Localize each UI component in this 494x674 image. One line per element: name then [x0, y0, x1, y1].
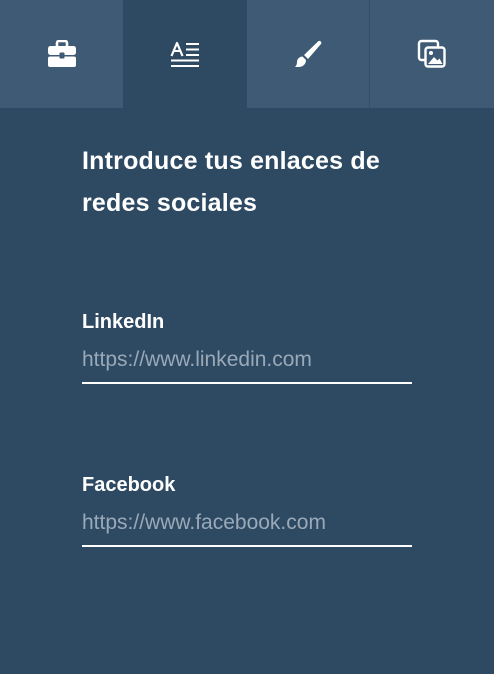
tab-briefcase[interactable]: [0, 0, 123, 108]
linkedin-field-group: LinkedIn: [82, 308, 412, 384]
brush-icon: [293, 39, 323, 69]
page-title: Introduce tus enlaces de redes sociales: [82, 147, 380, 217]
tab-text[interactable]: [123, 0, 247, 108]
gallery-icon: [417, 39, 447, 69]
text-format-icon: [170, 40, 200, 68]
facebook-field-group: Facebook: [82, 471, 412, 547]
facebook-url-input[interactable]: [82, 509, 412, 547]
main-content: Introduce tus enlaces de redes sociales: [82, 140, 412, 224]
tab-bar: [0, 0, 494, 108]
briefcase-icon: [47, 40, 77, 68]
social-links-panel: Introduce tus enlaces de redes sociales …: [0, 0, 494, 674]
linkedin-url-input[interactable]: [82, 346, 412, 384]
facebook-label: Facebook: [82, 474, 176, 496]
tab-gallery[interactable]: [370, 0, 494, 108]
linkedin-label: LinkedIn: [82, 311, 165, 333]
tab-brush[interactable]: [247, 0, 370, 108]
